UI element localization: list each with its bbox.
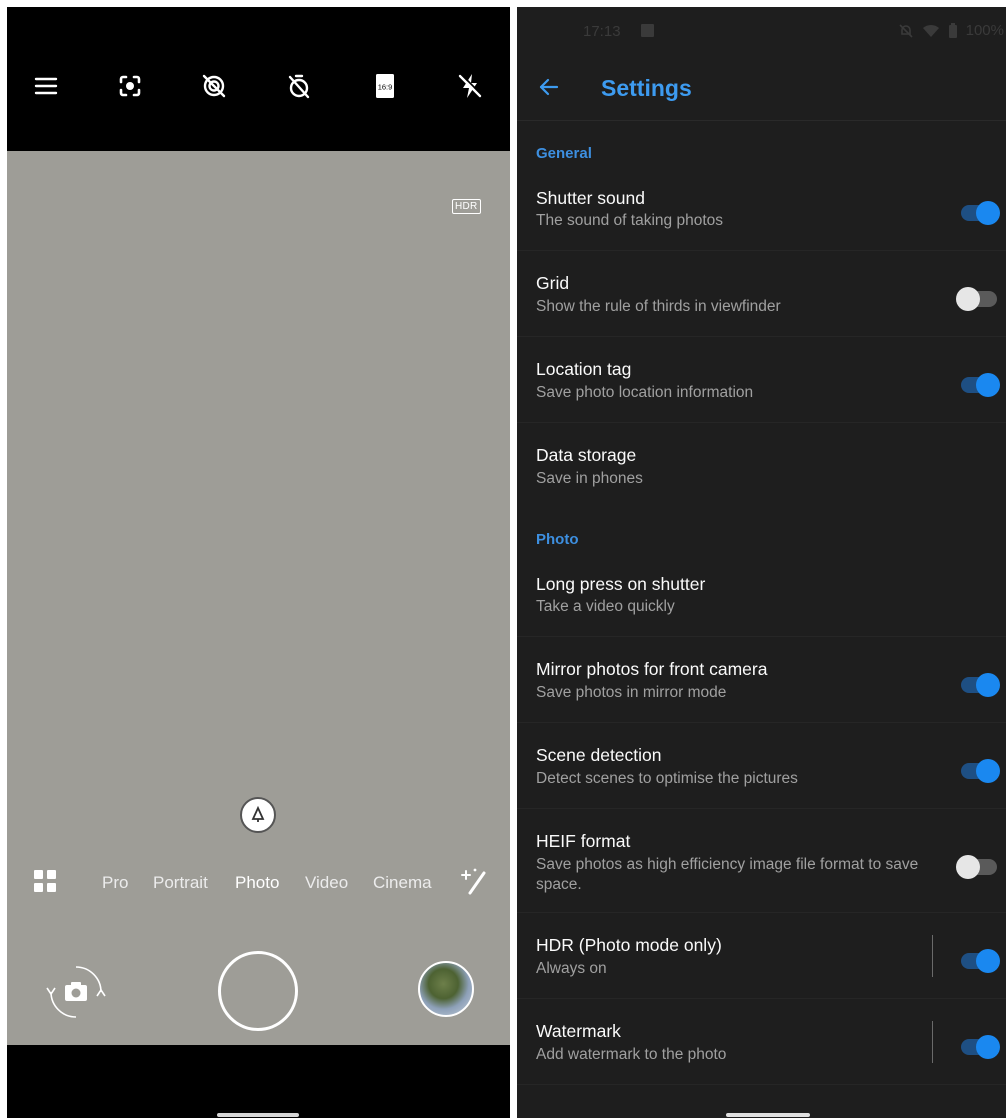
- camera-screen: 16:9 HDR Pro Portrait Photo Video Cinema: [7, 7, 510, 1118]
- filter-off-icon[interactable]: [197, 69, 231, 103]
- mode-photo[interactable]: Photo: [235, 873, 279, 893]
- scene-detection-toggle[interactable]: [961, 759, 1000, 783]
- dnd-off-icon: [899, 23, 913, 38]
- setting-grid[interactable]: Grid Show the rule of thirds in viewfind…: [517, 251, 1006, 337]
- mode-video[interactable]: Video: [305, 873, 348, 893]
- setting-title: HEIF format: [536, 831, 631, 851]
- shutter-button[interactable]: [218, 951, 298, 1031]
- image-notification-icon: [641, 24, 654, 37]
- setting-title: HDR (Photo mode only): [536, 935, 722, 955]
- setting-scene-detection[interactable]: Scene detection Detect scenes to optimis…: [517, 723, 1006, 809]
- gallery-thumbnail[interactable]: [418, 961, 474, 1017]
- mode-selector: Pro Portrait Photo Video Cinema: [7, 865, 510, 905]
- magic-wand-icon[interactable]: [460, 867, 488, 895]
- status-time: 17:13: [583, 23, 621, 40]
- heif-format-toggle[interactable]: [956, 855, 997, 879]
- hdr-badge[interactable]: HDR: [452, 199, 481, 214]
- more-modes-grid-icon[interactable]: [33, 869, 57, 893]
- battery-icon: [948, 22, 957, 38]
- camera-top-bar: 16:9: [7, 7, 510, 151]
- setting-watermark[interactable]: Watermark Add watermark to the photo: [517, 999, 1006, 1085]
- section-header-general: General: [536, 145, 592, 162]
- setting-subtitle: Detect scenes to optimise the pictures: [536, 770, 798, 787]
- setting-mirror-photos[interactable]: Mirror photos for front camera Save phot…: [517, 637, 1006, 723]
- flash-off-icon[interactable]: [453, 69, 487, 103]
- mirror-photos-toggle[interactable]: [961, 673, 1000, 697]
- location-tag-toggle[interactable]: [961, 373, 1000, 397]
- setting-subtitle: The sound of taking photos: [536, 212, 723, 229]
- setting-title: Grid: [536, 273, 570, 293]
- setting-subtitle: Save photos in mirror mode: [536, 684, 727, 701]
- setting-title: Mirror photos for front camera: [536, 659, 768, 679]
- focus-mode-icon[interactable]: [113, 69, 147, 103]
- grid-toggle[interactable]: [956, 287, 997, 311]
- hdr-toggle[interactable]: [961, 949, 1000, 973]
- aspect-ratio-label: 16:9: [378, 83, 393, 92]
- divider: [932, 935, 933, 977]
- aspect-ratio-icon[interactable]: 16:9: [368, 69, 402, 103]
- exposure-icon: [251, 806, 265, 822]
- setting-shutter-sound[interactable]: Shutter sound The sound of taking photos: [517, 171, 1006, 251]
- watermark-toggle[interactable]: [961, 1035, 1000, 1059]
- setting-title: Data storage: [536, 445, 637, 465]
- app-bar: Settings: [517, 55, 1006, 121]
- viewfinder[interactable]: HDR Pro Portrait Photo Video Cinema: [7, 151, 510, 1045]
- shutter-sound-toggle[interactable]: [961, 201, 1000, 225]
- setting-hdr[interactable]: HDR (Photo mode only) Always on: [517, 913, 1006, 999]
- mode-pro[interactable]: Pro: [102, 873, 128, 893]
- settings-screen: 17:13 100% Settings General Shutter soun…: [517, 7, 1006, 1118]
- setting-title: Shutter sound: [536, 188, 645, 208]
- camera-nav-bar: [7, 1045, 510, 1118]
- setting-subtitle: Take a video quickly: [536, 598, 675, 615]
- back-arrow-icon[interactable]: [537, 75, 561, 99]
- setting-data-storage[interactable]: Data storage Save in phones: [517, 423, 1006, 509]
- mode-portrait[interactable]: Portrait: [153, 873, 208, 893]
- divider: [932, 1021, 933, 1063]
- setting-title: Scene detection: [536, 745, 662, 765]
- section-header-photo: Photo: [536, 531, 579, 548]
- mode-cinema[interactable]: Cinema: [373, 873, 432, 893]
- setting-title: Location tag: [536, 359, 632, 379]
- setting-subtitle: Save photos as high efficiency image fil…: [536, 856, 919, 893]
- status-icons: 100%: [898, 22, 1004, 39]
- setting-subtitle: Always on: [536, 960, 607, 977]
- status-bar: 17:13 100%: [517, 7, 1006, 55]
- setting-subtitle: Add watermark to the photo: [536, 1046, 727, 1063]
- switch-camera-button[interactable]: [45, 961, 107, 1023]
- setting-subtitle: Show the rule of thirds in viewfinder: [536, 298, 781, 315]
- page-title: Settings: [601, 75, 692, 101]
- battery-percent: 100%: [965, 22, 1004, 39]
- home-indicator[interactable]: [726, 1113, 810, 1117]
- setting-heif-format[interactable]: HEIF format Save photos as high efficien…: [517, 809, 1006, 913]
- timer-off-icon[interactable]: [282, 69, 316, 103]
- wifi-icon: [922, 24, 939, 37]
- setting-title: Long press on shutter: [536, 574, 706, 594]
- setting-title: Watermark: [536, 1021, 621, 1041]
- exposure-lock-button[interactable]: [240, 797, 276, 833]
- setting-long-press-shutter[interactable]: Long press on shutter Take a video quick…: [517, 553, 1006, 637]
- setting-location-tag[interactable]: Location tag Save photo location informa…: [517, 337, 1006, 423]
- home-indicator[interactable]: [217, 1113, 299, 1117]
- setting-subtitle: Save in phones: [536, 470, 643, 487]
- menu-icon[interactable]: [29, 69, 63, 103]
- setting-subtitle: Save photo location information: [536, 384, 754, 401]
